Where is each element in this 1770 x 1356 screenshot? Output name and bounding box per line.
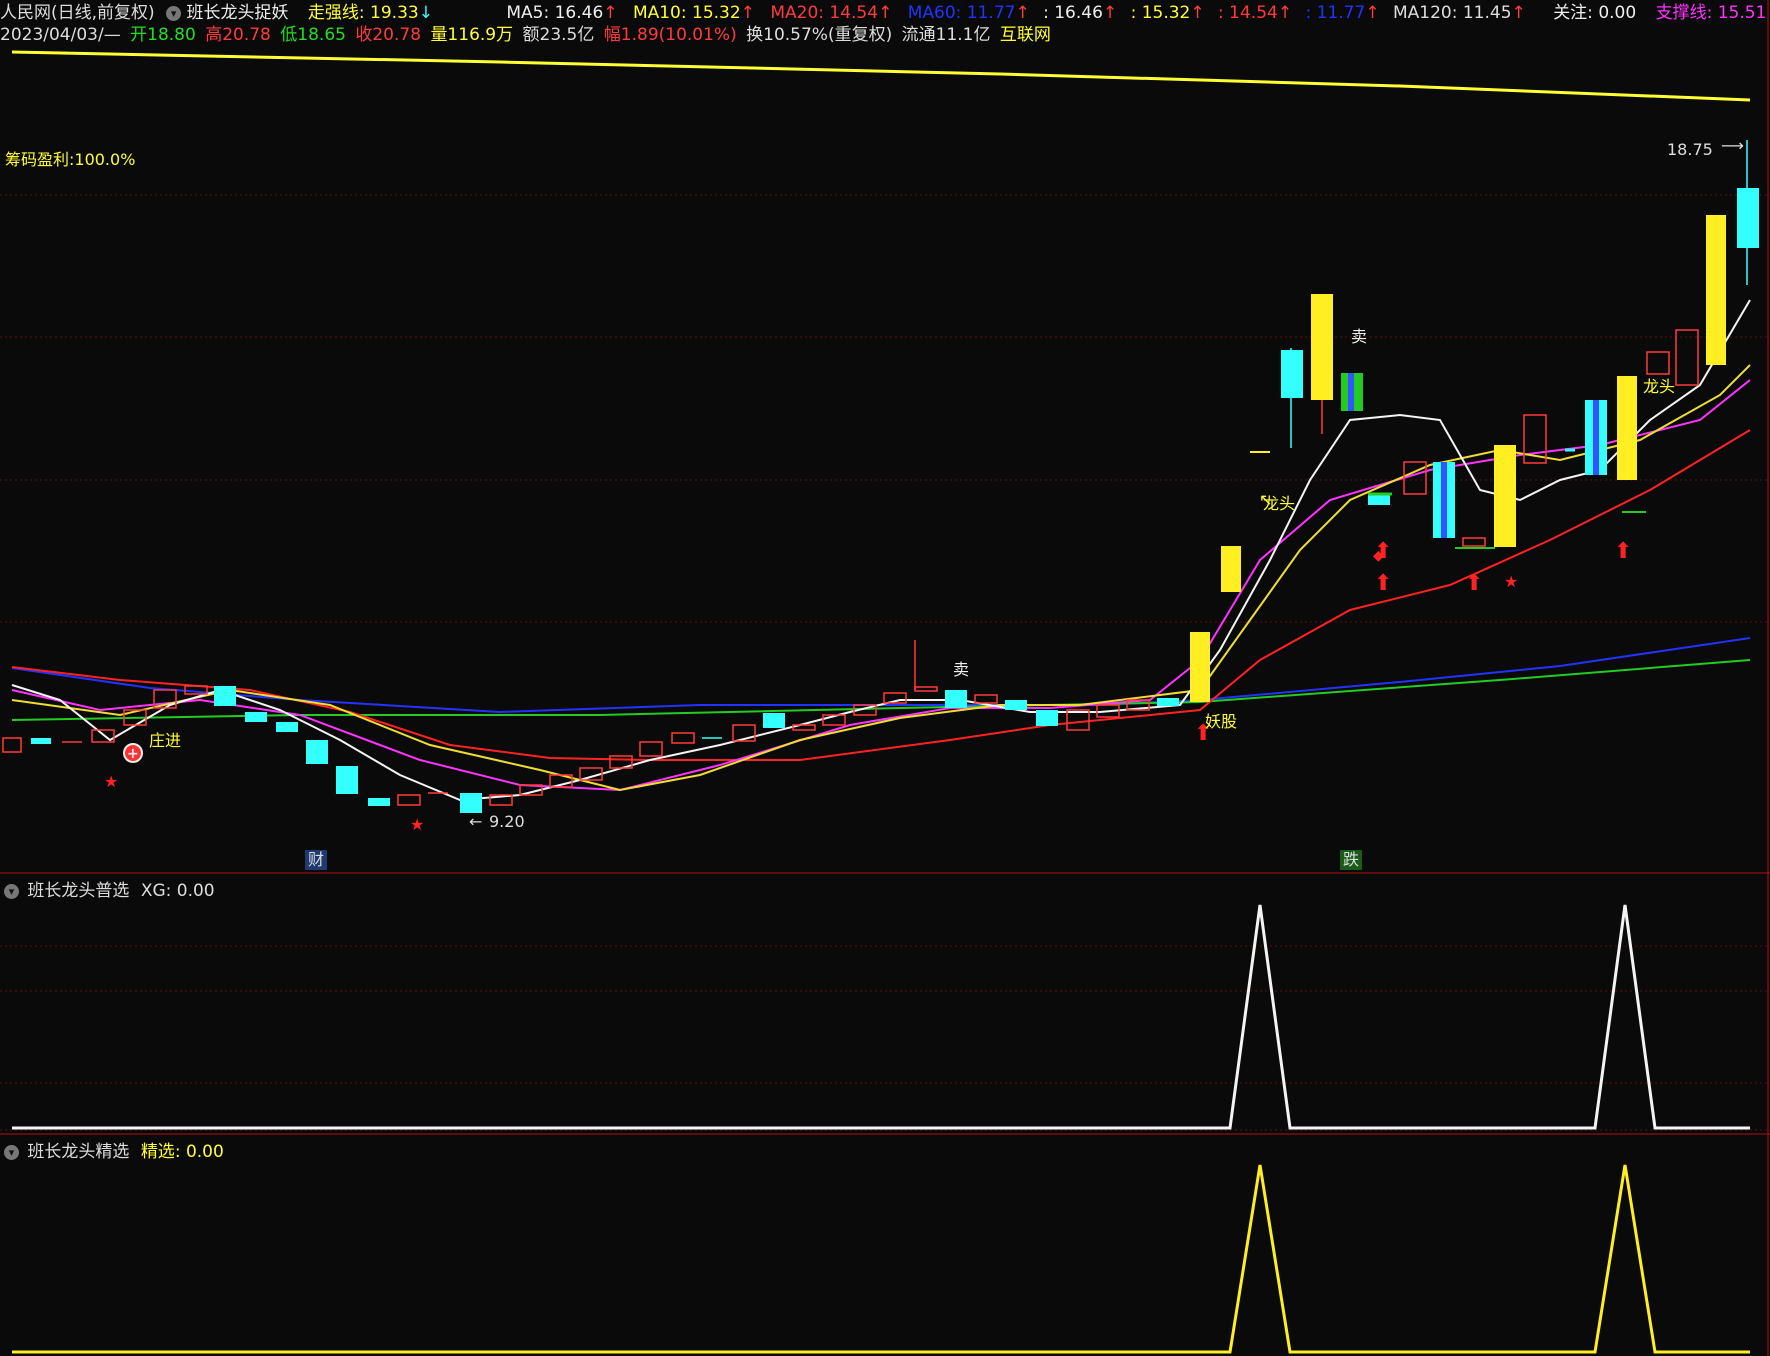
panel2-header: ▾ 班长龙头普选 XG: 0.00 [4,876,215,901]
sell-label: 卖 [953,660,970,679]
star-marker: ★ [104,772,118,791]
ma120-line [11,50,1751,102]
ma5-line [11,299,1751,802]
panel2-name[interactable]: 班长龙头普选 [27,881,129,901]
price-low-label: 9.20 [489,812,525,831]
price-high-arrow-icon: ⟶ [1721,136,1744,155]
up-arrow-marker: ⬆ [1374,571,1392,596]
longtou-pointer-icon: ↖ [1259,490,1273,509]
panel3-toggle-icon[interactable]: ▾ [4,1144,19,1160]
panel3-name[interactable]: 班长龙头精选 [27,1142,129,1162]
cai-event-badge[interactable]: 财 [305,850,328,870]
panel2-toggle-icon[interactable]: ▾ [4,883,19,899]
zhuangjin-label: 庄进 [149,731,182,750]
ma60-line [11,637,1751,714]
panel2-value: XG: 0.00 [140,881,215,901]
chip-profit-label: 筹码盈利:100.0% [5,150,136,169]
up-arrow-marker: ⬆ [1374,539,1392,564]
ma10-magenta-line [11,379,1751,792]
star-marker: ★ [1504,572,1518,591]
up-arrow-marker: ⬆ [1614,539,1632,564]
kline-chart[interactable]: ★ ★ ★ ⬆ ◆ ⬆ ⬆ ⬆ ⬆ + [0,0,1770,1356]
star-marker: ★ [410,815,424,834]
price-gridlines [0,194,1770,1131]
candlesticks[interactable] [2,140,1759,813]
panel3-header: ▾ 班长龙头精选 精选: 0.00 [4,1137,224,1162]
longtou-label: 龙头 [1643,377,1676,396]
price-low-arrow-icon: ← [469,812,483,831]
jingxuan-signal-line [12,1164,1750,1354]
xg-signal-line [12,904,1750,1130]
ma10-line [11,364,1751,792]
panel3-label: 精选 [140,1142,175,1162]
svg-text:+: + [127,746,139,762]
up-arrow-marker: ⬆ [1465,571,1483,596]
sell-label: 卖 [1351,327,1368,346]
yaogu-label: 妖股 [1205,712,1238,731]
price-high-label: 18.75 [1667,140,1713,159]
panel3-value: : 0.00 [174,1142,224,1162]
die-event-badge[interactable]: 跌 [1340,850,1363,870]
